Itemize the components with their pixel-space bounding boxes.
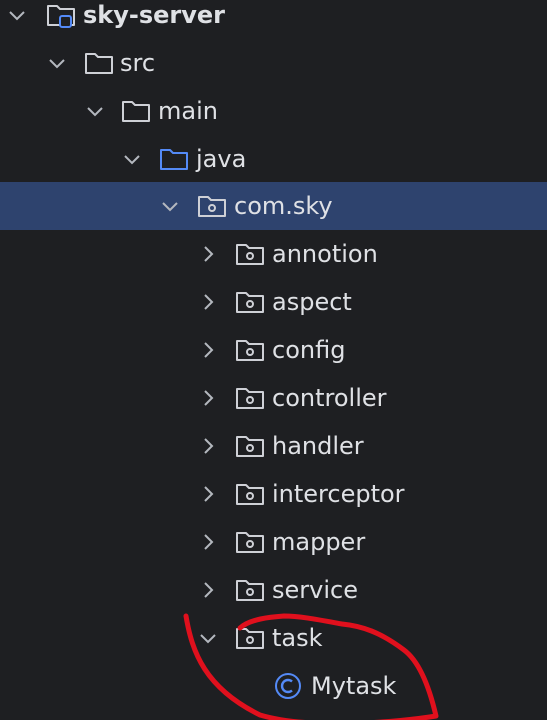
chevron-right-icon[interactable] — [196, 338, 220, 362]
package-folder-icon — [234, 526, 266, 558]
tree-label-package: aspect — [272, 288, 352, 316]
package-folder-icon — [234, 430, 266, 462]
tree-label-java: java — [196, 145, 247, 173]
chevron-down-icon[interactable] — [5, 3, 29, 27]
tree-label-class: Mytask — [311, 672, 397, 700]
project-tree: sky-server src main java com.sky annotio… — [0, 0, 547, 720]
tree-row-main[interactable]: main — [0, 87, 547, 135]
tree-row-task[interactable]: task — [0, 614, 547, 662]
package-folder-icon — [234, 334, 266, 366]
chevron-right-icon[interactable] — [196, 386, 220, 410]
chevron-down-icon[interactable] — [45, 51, 69, 75]
tree-row-package[interactable]: mapper — [0, 518, 547, 566]
folder-icon — [120, 95, 152, 127]
tree-row-java[interactable]: java — [0, 135, 547, 183]
chevron-down-icon[interactable] — [120, 147, 144, 171]
chevron-down-icon[interactable] — [83, 99, 107, 123]
tree-label-project: sky-server — [83, 1, 226, 29]
tree-row-package[interactable]: controller — [0, 374, 547, 422]
folder-icon — [83, 47, 115, 79]
tree-label-package: interceptor — [272, 480, 405, 508]
chevron-down-icon[interactable] — [196, 626, 220, 650]
tree-row-package[interactable]: config — [0, 326, 547, 374]
package-folder-icon — [234, 478, 266, 510]
tree-label-src: src — [120, 49, 156, 77]
tree-label-package: mapper — [272, 528, 366, 556]
tree-label-com-sky: com.sky — [234, 192, 333, 220]
java-class-icon — [272, 670, 304, 702]
package-folder-icon — [234, 622, 266, 654]
tree-label-task: task — [272, 624, 323, 652]
tree-row-package[interactable]: aspect — [0, 278, 547, 326]
tree-label-package: controller — [272, 384, 387, 412]
tree-row-package[interactable]: annotion — [0, 230, 547, 278]
chevron-right-icon[interactable] — [196, 434, 220, 458]
tree-label-package: service — [272, 576, 358, 604]
tree-label-main: main — [158, 97, 218, 125]
tree-label-package: annotion — [272, 240, 378, 268]
package-folder-icon — [234, 574, 266, 606]
tree-row-sky-server[interactable]: sky-server — [0, 0, 547, 39]
tree-row-package[interactable]: interceptor — [0, 470, 547, 518]
chevron-down-icon[interactable] — [158, 194, 182, 218]
tree-row-package[interactable]: service — [0, 566, 547, 614]
package-folder-icon — [234, 238, 266, 270]
tree-row-class-mytask[interactable]: Mytask — [0, 662, 547, 710]
tree-row-package[interactable]: handler — [0, 422, 547, 470]
tree-label-package: config — [272, 336, 346, 364]
chevron-right-icon[interactable] — [196, 290, 220, 314]
chevron-right-icon[interactable] — [196, 578, 220, 602]
chevron-right-icon[interactable] — [196, 530, 220, 554]
chevron-right-icon[interactable] — [196, 242, 220, 266]
tree-label-package: handler — [272, 432, 364, 460]
source-root-folder-icon — [158, 143, 190, 175]
tree-row-com-sky[interactable]: com.sky — [0, 182, 547, 230]
chevron-right-icon[interactable] — [196, 482, 220, 506]
tree-row-src[interactable]: src — [0, 39, 547, 87]
package-folder-icon — [196, 190, 228, 222]
package-folder-icon — [234, 382, 266, 414]
module-folder-icon — [45, 0, 77, 31]
package-folder-icon — [234, 286, 266, 318]
